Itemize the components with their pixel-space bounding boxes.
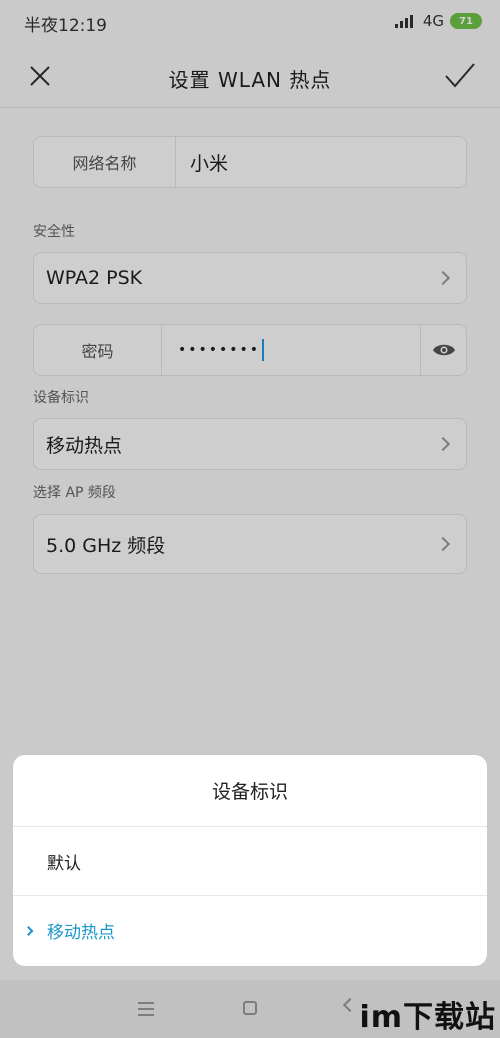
watermark: im下载站 xyxy=(359,1000,496,1035)
option-label: 默认 xyxy=(47,853,81,874)
screen: 半夜12:19 4G 71 设置 WLAN 热点 网络名称 小米 安全性 WPA xyxy=(0,0,500,1038)
option-label: 移动热点 xyxy=(47,923,115,943)
dialog-option-default[interactable]: 默认 xyxy=(13,827,487,896)
dialog-title: 设备标识 xyxy=(13,755,487,827)
device-id-dialog: 设备标识 默认 移动热点 xyxy=(13,755,487,966)
dialog-option-mobile-hotspot[interactable]: 移动热点 xyxy=(13,896,487,965)
selected-chevron-icon xyxy=(23,925,34,936)
